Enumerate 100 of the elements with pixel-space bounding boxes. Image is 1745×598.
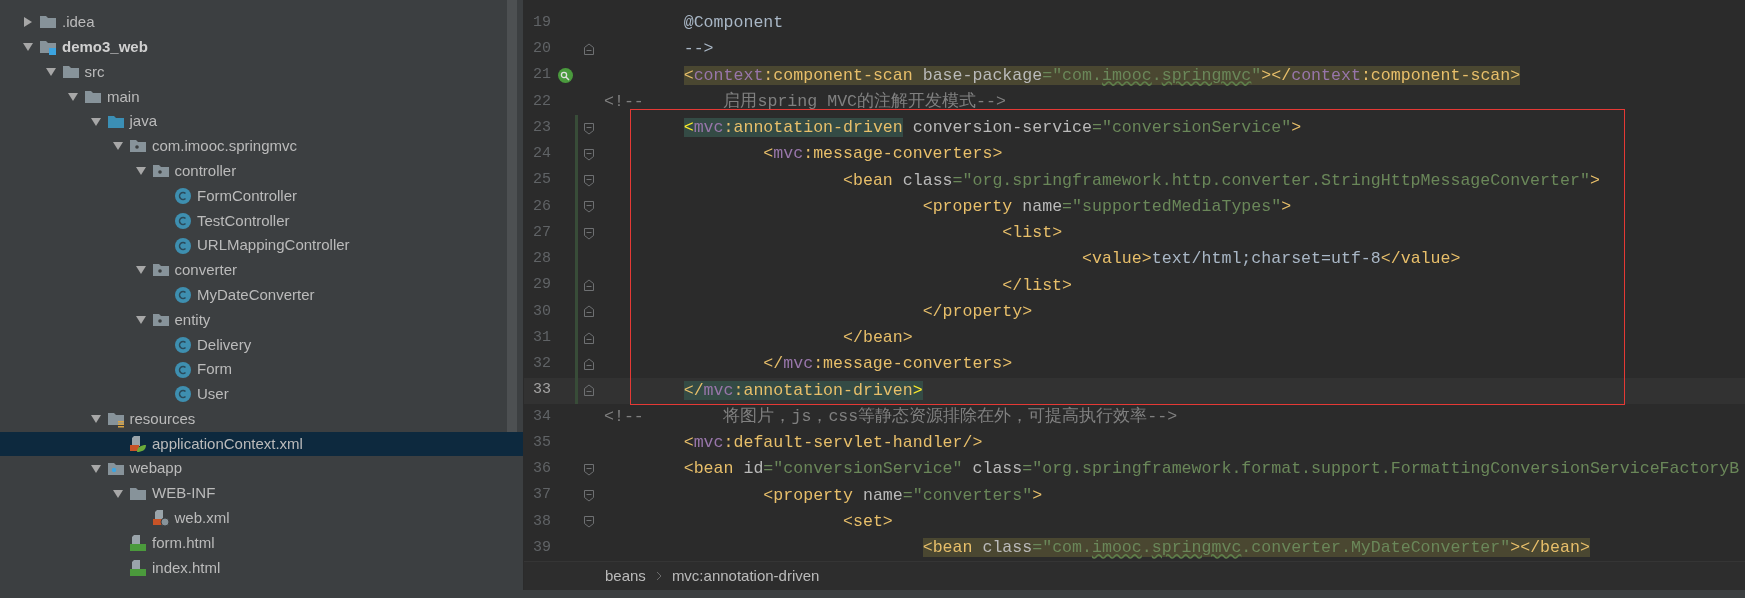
class-icon [174, 211, 192, 230]
tree-item[interactable]: URLMappingController [0, 233, 523, 258]
collapsed-arrow-icon[interactable] [22, 16, 34, 29]
item-label: URLMappingController [197, 235, 350, 256]
code-line: <mvc:annotation-driven conversion-service="conversionService"> [682, 117, 1302, 140]
module-folder-icon [39, 38, 57, 57]
class-icon [174, 360, 192, 379]
item-label: webapp [129, 458, 183, 479]
tree-item[interactable]: web.xml [0, 505, 523, 531]
tree-item[interactable]: index.html [0, 555, 523, 581]
line-number: 20 [532, 39, 551, 60]
line-number: 27 [532, 222, 551, 243]
fold-icon[interactable] [583, 515, 595, 529]
class-icon [174, 385, 192, 404]
fold-icon[interactable] [583, 357, 595, 371]
tree-item[interactable]: Delivery [0, 332, 523, 358]
code-line: </list> [1001, 274, 1073, 297]
item-label: WEB-INF [152, 483, 216, 504]
fold-icon[interactable] [583, 226, 595, 240]
folder-icon [61, 63, 80, 81]
bean-gutter-icon[interactable] [557, 67, 574, 85]
expanded-arrow-icon[interactable] [112, 487, 124, 500]
item-label: MyDateConverter [197, 284, 315, 305]
tree-item[interactable]: com.imooc.springmvc [0, 134, 523, 159]
tree-item[interactable]: .idea [0, 10, 523, 35]
line-number: 34 [532, 406, 551, 427]
expanded-arrow-icon[interactable] [89, 115, 102, 128]
tree-item[interactable]: converter [0, 257, 523, 283]
item-label: main [107, 86, 140, 107]
tree-item[interactable]: FormController [0, 183, 523, 209]
fold-icon[interactable] [583, 489, 595, 503]
tree-item[interactable]: src [0, 59, 523, 85]
breadcrumb[interactable]: mvc:annotation-driven [671, 564, 820, 588]
expanded-arrow-icon[interactable] [89, 462, 102, 475]
item-label: java [129, 111, 158, 132]
item-label: converter [174, 260, 238, 281]
breadcrumb[interactable]: beans [605, 564, 646, 588]
expanded-arrow-icon[interactable] [134, 313, 147, 326]
code-line: <property name="supportedMediaTypes"> [921, 195, 1292, 218]
code-line: <value>text/html;charset=utf-8</value> [1081, 248, 1461, 271]
item-label: form.html [152, 532, 215, 553]
item-label: src [84, 61, 105, 82]
item-label: resources [129, 408, 196, 429]
fold-icon[interactable] [583, 331, 595, 345]
fold-icon[interactable] [583, 305, 595, 319]
code-line: <!-- 启用spring MVC的注解开发模式--> [604, 90, 1006, 113]
line-number: 32 [532, 354, 551, 375]
item-label: TestController [197, 210, 290, 231]
code-line: <property name="converters"> [762, 484, 1043, 507]
line-number: 29 [532, 275, 551, 296]
scrollbar-thumb[interactable] [507, 0, 517, 432]
line-number: 24 [532, 144, 551, 165]
tree-item[interactable]: MyDateConverter [0, 282, 523, 308]
tree-item[interactable]: Form [0, 357, 523, 382]
tree-item[interactable]: WEB-INF [0, 481, 523, 506]
line-number: 19 [532, 12, 551, 33]
item-label: FormController [197, 185, 298, 206]
tree-item[interactable]: demo3_web [0, 34, 523, 60]
tree-item[interactable]: webapp [0, 456, 523, 482]
code-line: <list> [1001, 222, 1063, 245]
fold-icon[interactable] [583, 42, 595, 56]
fold-icon[interactable] [583, 200, 595, 214]
line-number: 35 [532, 432, 551, 453]
fold-icon[interactable] [583, 174, 595, 188]
expanded-arrow-icon[interactable] [67, 90, 79, 103]
tree-item[interactable]: resources [0, 406, 523, 432]
item-label: Form [197, 359, 232, 380]
resources-folder-icon [106, 410, 125, 429]
code-line: @Component [682, 12, 784, 35]
tree-item[interactable]: TestController [0, 208, 523, 234]
line-number: 28 [532, 249, 551, 270]
fold-icon[interactable] [583, 121, 595, 135]
code-line: <set> [842, 510, 893, 533]
item-label: applicationContext.xml [152, 433, 303, 454]
tree-item[interactable]: main [0, 84, 523, 110]
code-line: <!-- 将图片，js，css等静态资源排除在外，可提高执行效率--> [604, 405, 1178, 428]
fold-icon[interactable] [583, 462, 595, 476]
xml-file-icon [151, 509, 170, 528]
tree-item[interactable]: User [0, 381, 523, 407]
code-line: <bean id="conversionService" class="org.springframework.format.support.FormattingConversionServiceFactoryB [682, 458, 1740, 481]
line-number: 23 [532, 117, 551, 138]
tree-item[interactable]: applicationContext.xml [0, 431, 523, 457]
fold-icon[interactable] [583, 147, 595, 161]
item-label: controller [174, 160, 237, 181]
item-label: User [197, 384, 229, 405]
tree-item[interactable]: form.html [0, 530, 523, 556]
tree-item[interactable]: controller [0, 158, 523, 184]
html-file-icon [129, 534, 147, 553]
class-icon [174, 236, 192, 255]
code-line: --> [682, 38, 714, 61]
tree-item[interactable]: entity [0, 307, 523, 333]
code-line: <mvc:default-servlet-handler/> [682, 432, 983, 455]
tree-item[interactable]: java [0, 109, 523, 134]
code-line: <mvc:message-converters> [762, 143, 1003, 166]
fold-icon[interactable] [583, 384, 595, 398]
item-label: .idea [62, 12, 95, 33]
expanded-arrow-icon[interactable] [44, 66, 57, 78]
item-label: web.xml [174, 508, 230, 529]
item-label: com.imooc.springmvc [152, 136, 298, 157]
fold-icon[interactable] [583, 279, 595, 293]
